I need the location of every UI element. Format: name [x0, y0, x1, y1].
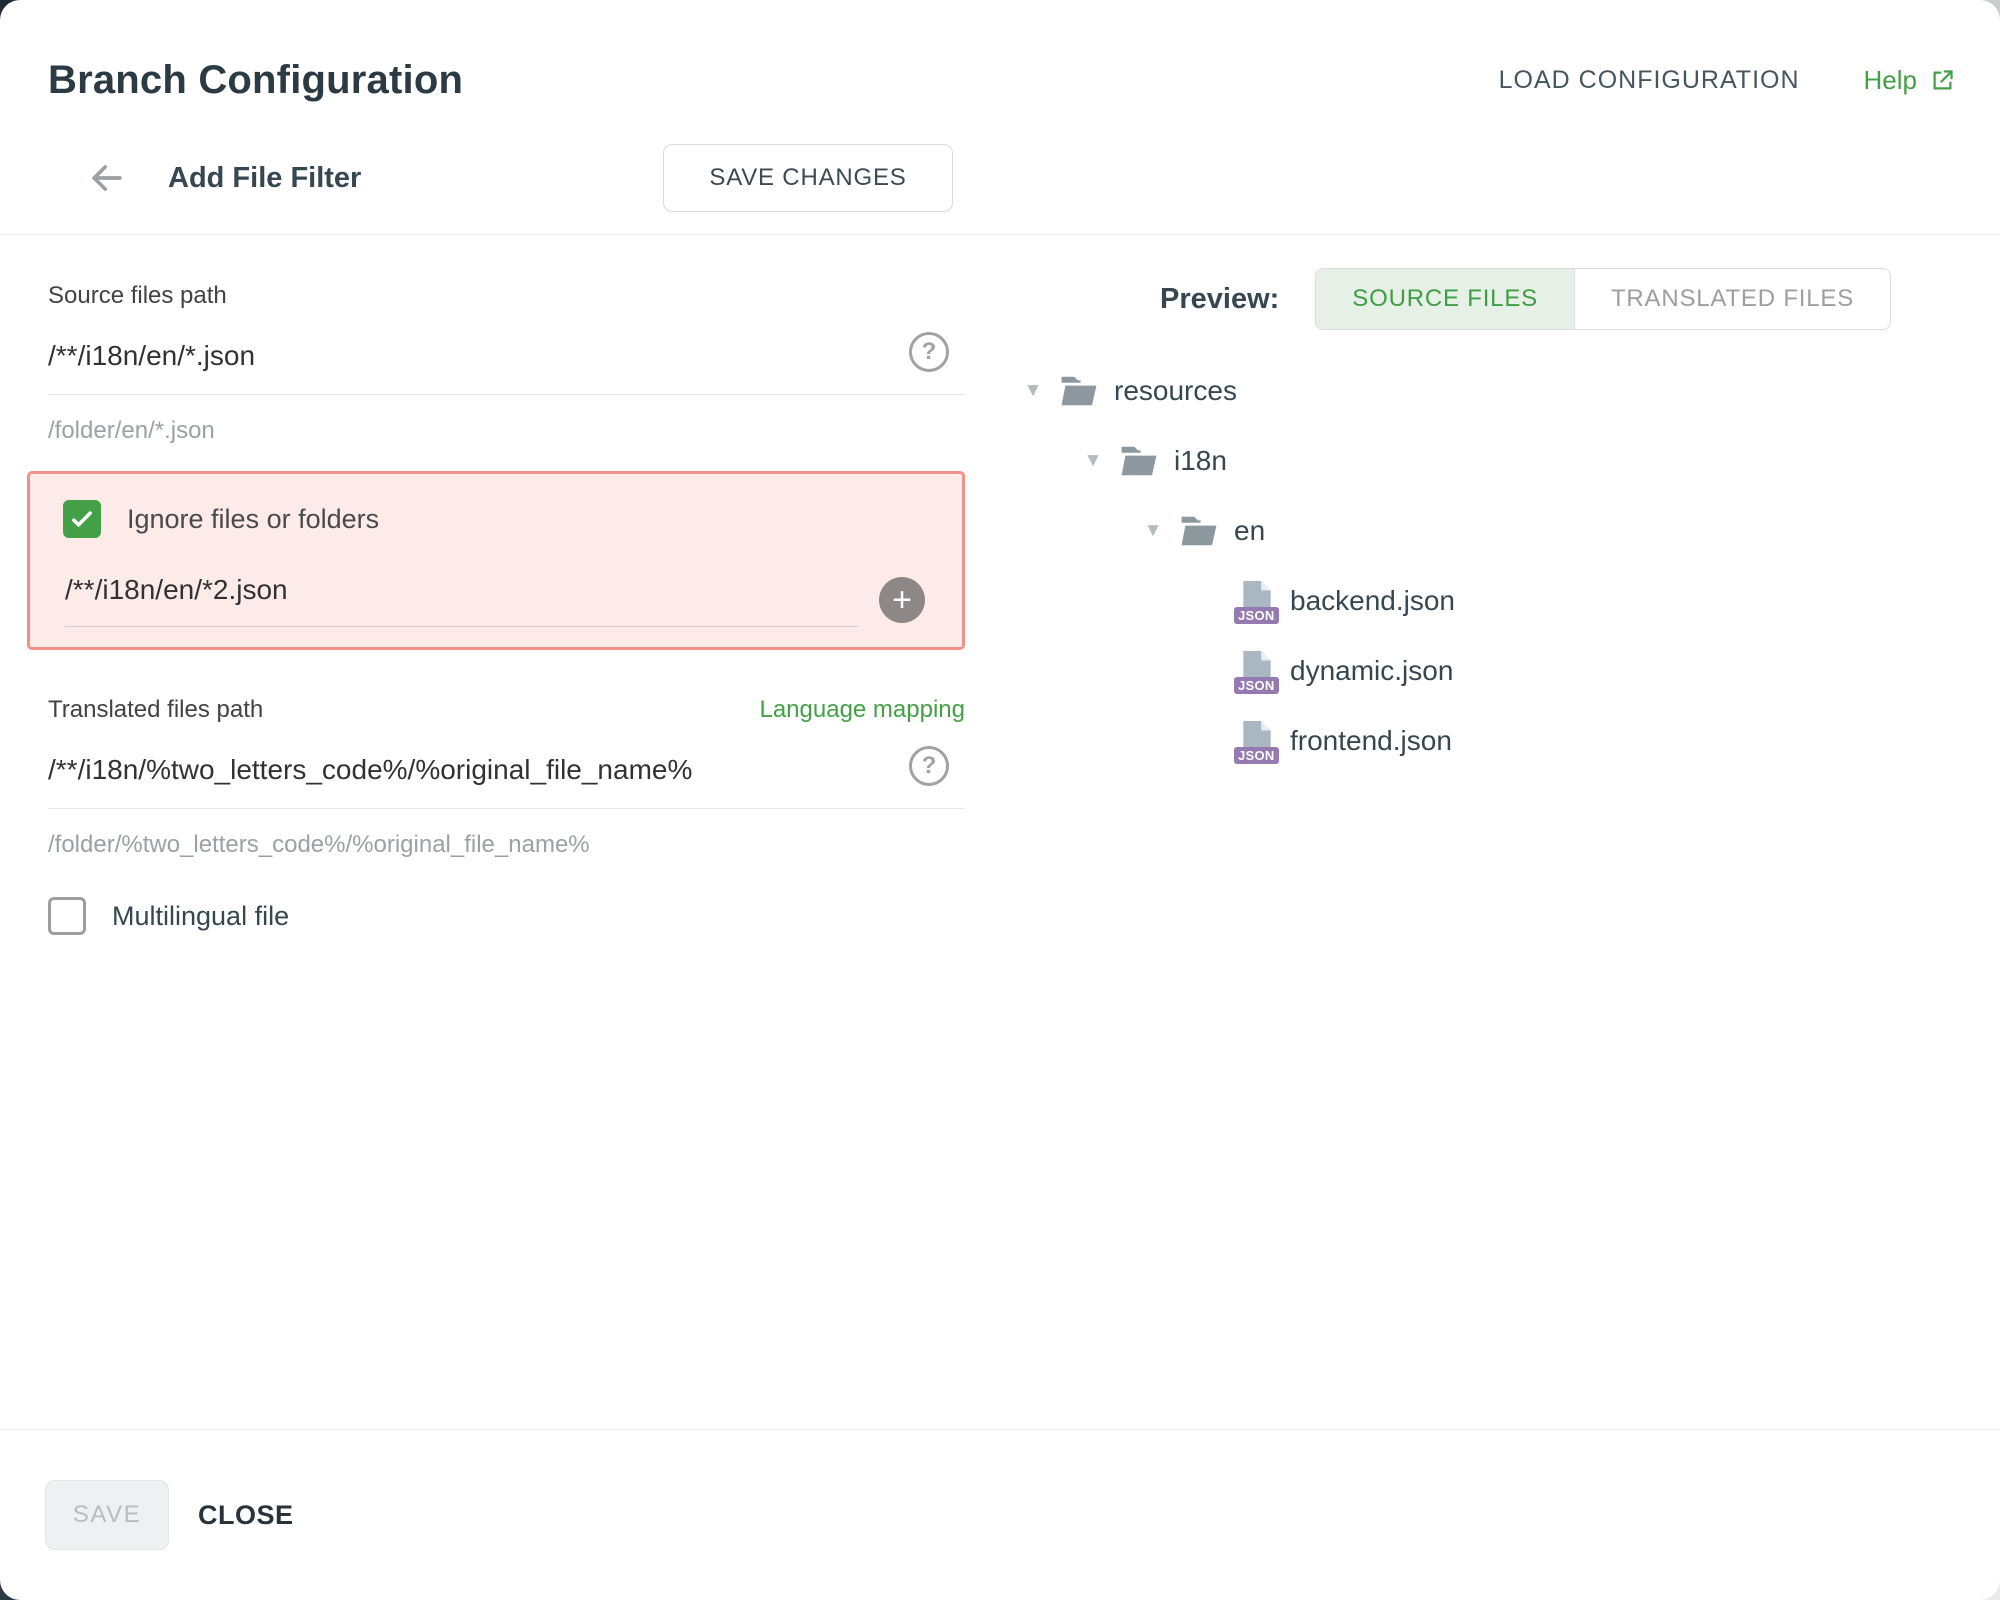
footer-divider: [0, 1429, 2000, 1430]
ignore-files-checkbox[interactable]: [63, 500, 101, 538]
language-mapping-link[interactable]: Language mapping: [759, 696, 965, 724]
dialog-header: Branch Configuration LOAD CONFIGURATION …: [48, 48, 1956, 112]
caret-down-icon[interactable]: ▼: [1140, 520, 1166, 542]
caret-down-icon[interactable]: ▼: [1020, 380, 1046, 402]
translated-files-path-field[interactable]: /**/i18n/%two_letters_code%/%original_fi…: [48, 752, 965, 809]
json-file-icon: JSON: [1240, 650, 1274, 692]
save-button[interactable]: SAVE: [45, 1480, 169, 1550]
multilingual-row: Multilingual file: [48, 897, 965, 935]
tree-item-label: frontend.json: [1290, 725, 1452, 757]
tree-row[interactable]: ▼ JSON dynamic.json: [1020, 636, 1965, 706]
multilingual-checkbox[interactable]: [48, 897, 86, 935]
page-title: Branch Configuration: [48, 58, 463, 103]
tree-item-label: en: [1234, 515, 1265, 547]
tab-translated-files[interactable]: TRANSLATED FILES: [1574, 269, 1890, 329]
load-configuration-button[interactable]: LOAD CONFIGURATION: [1493, 65, 1806, 96]
ignore-pattern-field[interactable]: /**/i18n/en/*2.json: [65, 574, 858, 627]
help-link[interactable]: Help: [1864, 65, 1956, 96]
ignore-files-error-box: Ignore files or folders /**/i18n/en/*2.j…: [27, 471, 965, 650]
tree-row[interactable]: ▼ en: [1020, 496, 1965, 566]
translated-files-path-input[interactable]: /**/i18n/%two_letters_code%/%original_fi…: [48, 754, 901, 786]
file-filter-form: Source files path /**/i18n/en/*.json ? /…: [48, 282, 965, 935]
multilingual-label: Multilingual file: [112, 901, 289, 932]
translated-files-header: Translated files path Language mapping: [48, 696, 965, 724]
folder-icon: [1060, 375, 1098, 407]
json-badge: JSON: [1234, 607, 1279, 624]
translated-files-path-label: Translated files path: [48, 696, 263, 724]
header-actions: LOAD CONFIGURATION Help: [1493, 65, 1956, 96]
checkmark-icon: [68, 505, 96, 533]
source-files-path-hint: /folder/en/*.json: [48, 417, 965, 445]
tree-row[interactable]: ▼ i18n: [1020, 426, 1965, 496]
ignore-pattern-input[interactable]: /**/i18n/en/*2.json: [65, 574, 858, 606]
subheader-title: Add File Filter: [168, 162, 361, 195]
tab-source-files[interactable]: SOURCE FILES: [1316, 269, 1574, 329]
json-file-icon: JSON: [1240, 580, 1274, 622]
source-files-path-input[interactable]: /**/i18n/en/*.json: [48, 340, 901, 372]
help-circle-icon[interactable]: ?: [909, 746, 949, 786]
preview-toggle: SOURCE FILES TRANSLATED FILES: [1315, 268, 1891, 330]
file-tree: ▼ resources ▼ i18n ▼ en: [1020, 356, 1965, 776]
help-circle-icon[interactable]: ?: [909, 332, 949, 372]
tree-item-label: dynamic.json: [1290, 655, 1453, 687]
source-files-path-label: Source files path: [48, 282, 965, 310]
tree-item-label: i18n: [1174, 445, 1227, 477]
caret-down-icon[interactable]: ▼: [1080, 450, 1106, 472]
tree-item-label: resources: [1114, 375, 1237, 407]
source-files-path-field[interactable]: /**/i18n/en/*.json ?: [48, 338, 965, 395]
tree-row[interactable]: ▼ JSON frontend.json: [1020, 706, 1965, 776]
subheader: Add File Filter: [84, 144, 361, 212]
tree-item-label: backend.json: [1290, 585, 1455, 617]
header-divider: [0, 234, 2000, 235]
save-changes-button[interactable]: SAVE CHANGES: [663, 144, 953, 212]
json-badge: JSON: [1234, 747, 1279, 764]
preview-panel: Preview: SOURCE FILES TRANSLATED FILES ▼…: [1020, 268, 1965, 776]
back-button[interactable]: [84, 155, 130, 201]
help-link-label: Help: [1864, 65, 1917, 96]
preview-label: Preview:: [1160, 283, 1279, 316]
preview-header: Preview: SOURCE FILES TRANSLATED FILES: [1020, 268, 1965, 330]
external-link-icon: [1929, 67, 1956, 94]
close-button[interactable]: CLOSE: [178, 1480, 314, 1550]
tree-row[interactable]: ▼ JSON backend.json: [1020, 566, 1965, 636]
add-ignore-pattern-button[interactable]: +: [879, 577, 925, 623]
arrow-left-icon: [85, 156, 129, 200]
branch-configuration-dialog: Branch Configuration LOAD CONFIGURATION …: [0, 0, 2000, 1600]
ignore-files-label: Ignore files or folders: [127, 504, 379, 535]
ignore-files-row: Ignore files or folders: [63, 500, 962, 538]
folder-icon: [1120, 445, 1158, 477]
json-badge: JSON: [1234, 677, 1279, 694]
json-file-icon: JSON: [1240, 720, 1274, 762]
folder-icon: [1180, 515, 1218, 547]
translated-files-path-hint: /folder/%two_letters_code%/%original_fil…: [48, 831, 965, 859]
tree-row[interactable]: ▼ resources: [1020, 356, 1965, 426]
